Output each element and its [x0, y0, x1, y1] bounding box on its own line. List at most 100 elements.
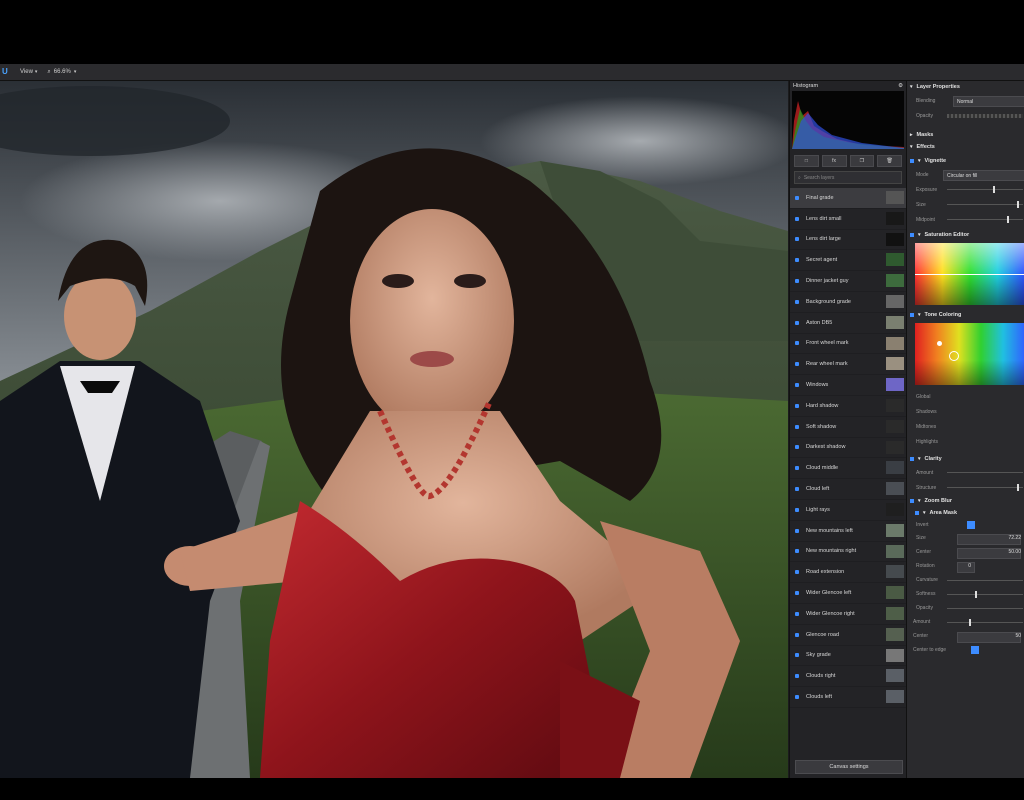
- layer-visibility-icon[interactable]: [795, 507, 799, 512]
- layer-search-input[interactable]: ⌕ Search layers: [794, 171, 902, 184]
- layer-item[interactable]: Sky grade: [790, 646, 906, 667]
- rotation-input[interactable]: [957, 562, 975, 573]
- layer-item[interactable]: Aston DB5: [790, 313, 906, 334]
- layer-visibility-icon[interactable]: [795, 237, 799, 242]
- tone-coloring-header[interactable]: ▾ Tone Coloring: [907, 309, 1024, 321]
- slider-knob[interactable]: [1017, 484, 1019, 491]
- saturation-editor-graph[interactable]: [915, 243, 1024, 305]
- effect-enabled-checkbox[interactable]: [910, 499, 914, 503]
- tone-midtones-row[interactable]: Midtones: [907, 419, 1024, 434]
- layer-item[interactable]: Lens dirt large: [790, 230, 906, 251]
- layer-item[interactable]: Clouds left: [790, 687, 906, 708]
- tone-coloring-wheel[interactable]: [915, 323, 1024, 385]
- layer-item[interactable]: Wider Glencoe right: [790, 604, 906, 625]
- layer-item[interactable]: Windows: [790, 375, 906, 396]
- canvas-settings-button[interactable]: Canvas settings: [795, 760, 903, 774]
- gear-icon[interactable]: ⚙: [898, 83, 903, 89]
- vignette-exposure-slider[interactable]: [947, 189, 1023, 190]
- layer-visibility-icon[interactable]: [795, 487, 799, 492]
- area-mask-header[interactable]: ▾ Area Mask: [907, 507, 1024, 519]
- layer-properties-header[interactable]: ▾ Layer Properties: [907, 81, 1024, 93]
- zoom-blur-header[interactable]: ▾ Zoom Blur: [907, 495, 1024, 507]
- layer-visibility-icon[interactable]: [795, 258, 799, 263]
- clarity-structure-slider[interactable]: [947, 487, 1023, 488]
- layer-visibility-icon[interactable]: [795, 674, 799, 679]
- layer-item[interactable]: Cloud left: [790, 479, 906, 500]
- slider-knob[interactable]: [975, 591, 977, 598]
- histogram-header[interactable]: Histogram ⚙: [790, 81, 906, 91]
- area-opacity-slider[interactable]: [947, 608, 1023, 609]
- layer-visibility-icon[interactable]: [795, 341, 799, 346]
- saturation-editor-header[interactable]: ▾ Saturation Editor: [907, 229, 1024, 241]
- curvature-slider[interactable]: [947, 580, 1023, 581]
- slider-knob[interactable]: [993, 186, 995, 193]
- layer-visibility-icon[interactable]: [795, 195, 799, 200]
- zoom-amount-slider[interactable]: [947, 622, 1023, 623]
- blending-select[interactable]: Normal: [953, 96, 1024, 107]
- vignette-mode-select[interactable]: Circular on fill: [943, 170, 1024, 181]
- layer-visibility-icon[interactable]: [795, 424, 799, 429]
- layer-visibility-icon[interactable]: [795, 279, 799, 284]
- layer-item[interactable]: Dinner jacket guy: [790, 271, 906, 292]
- effect-enabled-checkbox[interactable]: [910, 233, 914, 237]
- view-menu[interactable]: View ▾: [20, 69, 37, 75]
- layer-item[interactable]: Rear wheel mark: [790, 354, 906, 376]
- invert-toggle[interactable]: [967, 521, 975, 529]
- layer-visibility-icon[interactable]: [795, 695, 799, 700]
- layer-item[interactable]: Background grade: [790, 292, 906, 313]
- tone-shadows-row[interactable]: Shadows: [907, 404, 1024, 419]
- layer-item[interactable]: Final grade: [790, 188, 906, 209]
- add-effect-button[interactable]: fx: [821, 155, 847, 167]
- slider-knob[interactable]: [969, 619, 971, 626]
- layer-visibility-icon[interactable]: [795, 299, 799, 304]
- tone-target-handle[interactable]: [949, 351, 959, 361]
- tone-point-handle[interactable]: [937, 341, 942, 346]
- image-canvas[interactable]: [0, 81, 788, 778]
- layer-item[interactable]: Cloud middle: [790, 458, 906, 480]
- layer-visibility-icon[interactable]: [795, 653, 799, 658]
- layer-visibility-icon[interactable]: [795, 403, 799, 408]
- layer-item[interactable]: Clouds right: [790, 666, 906, 688]
- duplicate-layer-button[interactable]: ❐: [849, 155, 875, 167]
- layer-visibility-icon[interactable]: [795, 216, 799, 221]
- layer-visibility-icon[interactable]: [795, 632, 799, 637]
- saturation-curve-line[interactable]: [915, 274, 1024, 275]
- layer-visibility-icon[interactable]: [795, 320, 799, 325]
- layer-item[interactable]: Secret agent: [790, 250, 906, 272]
- masks-header[interactable]: ▸ Masks: [907, 129, 1024, 141]
- layer-item[interactable]: Soft shadow: [790, 417, 906, 438]
- layer-item[interactable]: Road extension: [790, 562, 906, 584]
- slider-knob[interactable]: [1007, 216, 1009, 223]
- zoom-center-input[interactable]: [957, 632, 1021, 643]
- layer-visibility-icon[interactable]: [795, 383, 799, 388]
- layer-visibility-icon[interactable]: [795, 528, 799, 533]
- effect-enabled-checkbox[interactable]: [910, 313, 914, 317]
- softness-slider[interactable]: [947, 594, 1023, 595]
- layer-visibility-icon[interactable]: [795, 570, 799, 575]
- layer-item[interactable]: Front wheel mark: [790, 334, 906, 355]
- layer-item[interactable]: New mountains right: [790, 542, 906, 563]
- layer-item[interactable]: Wider Glencoe left: [790, 583, 906, 604]
- effects-header[interactable]: ▾ Effects: [907, 141, 1024, 153]
- layer-item[interactable]: New mountains left: [790, 521, 906, 542]
- opacity-slider[interactable]: [947, 114, 1023, 118]
- layer-visibility-icon[interactable]: [795, 445, 799, 450]
- layer-visibility-icon[interactable]: [795, 466, 799, 471]
- clarity-header[interactable]: ▾ Clarity: [907, 453, 1024, 465]
- layer-visibility-icon[interactable]: [795, 549, 799, 554]
- tone-global-row[interactable]: Global: [907, 389, 1024, 404]
- delete-layer-button[interactable]: 🗑: [877, 155, 902, 167]
- layer-visibility-icon[interactable]: [795, 611, 799, 616]
- vignette-size-slider[interactable]: [947, 204, 1023, 205]
- center-to-edge-toggle[interactable]: [971, 646, 979, 654]
- vignette-header[interactable]: ▾ Vignette: [907, 155, 1024, 167]
- effect-enabled-checkbox[interactable]: [910, 457, 914, 461]
- clarity-amount-slider[interactable]: [947, 472, 1023, 473]
- layer-item[interactable]: Darkest shadow: [790, 438, 906, 459]
- layer-item[interactable]: Light rays: [790, 500, 906, 521]
- vignette-midpoint-slider[interactable]: [947, 219, 1023, 220]
- layer-visibility-icon[interactable]: [795, 362, 799, 367]
- layer-visibility-icon[interactable]: [795, 591, 799, 596]
- zoom-menu[interactable]: ⌕ 66.6% ▾: [47, 69, 76, 76]
- add-layer-button[interactable]: □: [794, 155, 819, 167]
